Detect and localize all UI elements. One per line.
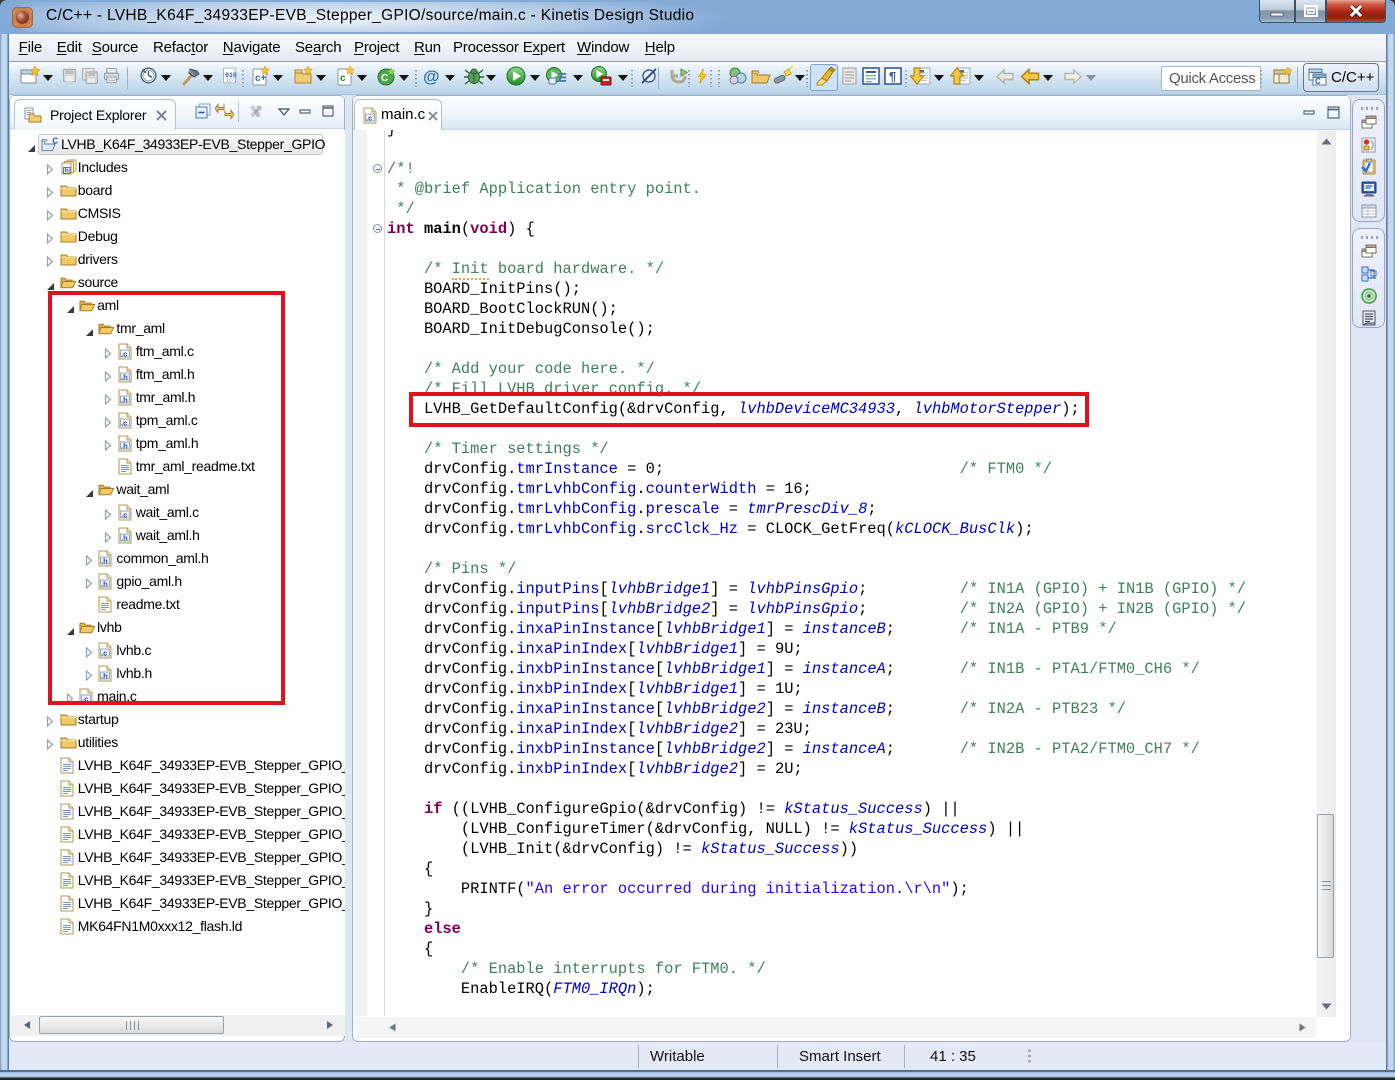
svg-text:101: 101 (225, 77, 237, 84)
svg-text:c+: c+ (255, 73, 267, 84)
svg-text:C: C (381, 73, 388, 84)
svg-text:C: C (52, 136, 58, 145)
svg-text:@: @ (423, 67, 440, 86)
svg-text:¶: ¶ (889, 69, 896, 84)
svg-text:.c: .c (366, 113, 372, 122)
svg-text:C: C (1315, 77, 1321, 86)
svg-text:h: h (65, 167, 69, 174)
svg-text:c: c (340, 73, 346, 84)
